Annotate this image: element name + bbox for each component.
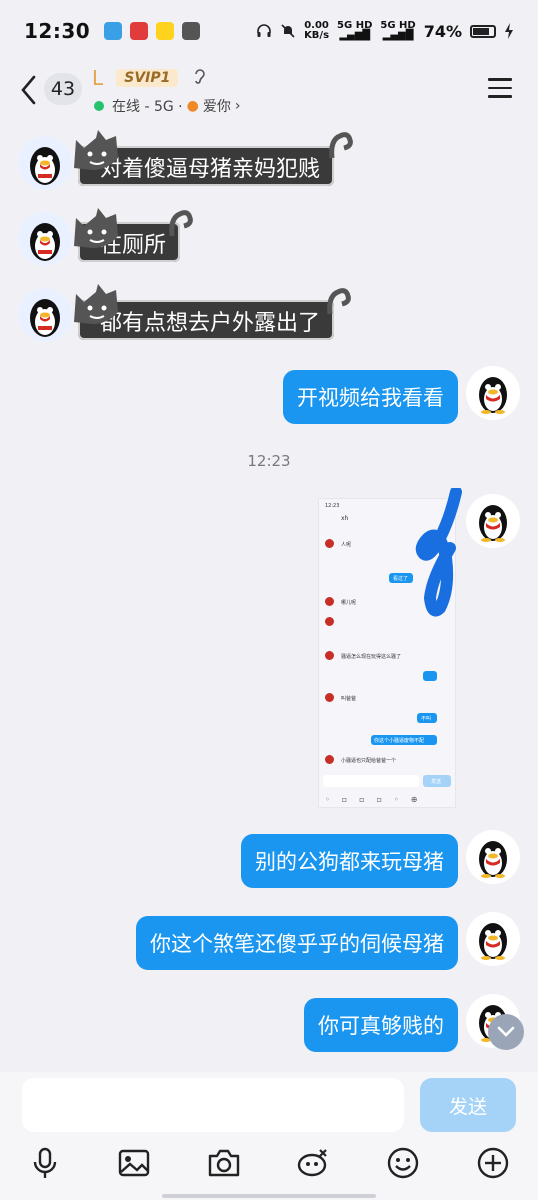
status-text: 在线 - 5G ·: [112, 99, 183, 115]
shot-avatar: [325, 539, 334, 548]
contact-title[interactable]: L SVIP1: [92, 66, 207, 90]
image-icon[interactable]: [117, 1146, 151, 1180]
shot-line: 哪儿呢: [341, 600, 357, 606]
bubble-cat-tail-icon: [327, 288, 351, 315]
shot-send-label: 发送: [431, 779, 442, 785]
message-bubble-right[interactable]: 开视频给我看看: [283, 370, 458, 424]
red-packet-icon[interactable]: [296, 1146, 330, 1180]
shot-line: 人呢: [341, 542, 352, 548]
message-bubble-right[interactable]: 你可真够贱的: [304, 998, 458, 1052]
unread-count-badge[interactable]: 43: [44, 73, 82, 105]
online-dot-icon: [94, 101, 104, 111]
shot-avatar: [325, 755, 334, 764]
app-notification-icon: [104, 22, 123, 40]
menu-icon[interactable]: [488, 78, 512, 98]
mute-icon: [281, 24, 295, 38]
shot-line: 不叫: [421, 716, 432, 722]
status-time: 12:30: [24, 19, 91, 43]
chevron-right-icon: ›: [234, 98, 241, 114]
contact-avatar[interactable]: [18, 288, 72, 342]
send-button[interactable]: 发送: [420, 1078, 516, 1132]
my-avatar[interactable]: [466, 912, 520, 966]
bubble-cat-decoration-icon: [74, 208, 118, 248]
message-bubble-right[interactable]: 你这个煞笔还傻乎乎的伺候母猪: [136, 916, 458, 970]
chevron-down-icon: [497, 1026, 515, 1037]
shot-toolbar: ◦▫▫▫◦⊕: [325, 795, 430, 804]
bubble-cat-decoration-icon: [74, 284, 118, 324]
my-avatar[interactable]: [466, 830, 520, 884]
shot-line: 叫爸爸: [341, 696, 357, 702]
plus-icon[interactable]: [476, 1146, 510, 1180]
home-indicator[interactable]: [162, 1194, 376, 1198]
svip-badge: SVIP1: [116, 69, 179, 87]
emoji-icon[interactable]: [386, 1146, 420, 1180]
battery-percent: 74%: [423, 21, 462, 41]
contact-avatar[interactable]: [18, 136, 72, 190]
bubble-cat-tail-icon: [169, 210, 193, 237]
my-avatar[interactable]: [466, 494, 520, 548]
shot-avatar: [325, 597, 334, 606]
shot-line: 骚逼怎么现在玩得这么骚了: [341, 654, 402, 660]
shot-time: 12:23: [325, 503, 340, 509]
chat-header: 43 L SVIP1 在线 - 5G · ● 爱你 ›: [0, 62, 538, 122]
status-app-icons: [104, 22, 201, 40]
shot-avatar: [325, 651, 334, 660]
status-bar: 12:30 0.00 KB/s 5G HD ▂▄▆█ 5G HD ▂▄▆█ 74%: [0, 0, 538, 62]
message-icon: [182, 22, 201, 40]
shot-line: 看过了: [393, 576, 409, 582]
ear-icon: [193, 67, 207, 90]
contact-avatar[interactable]: [18, 212, 72, 266]
shot-avatar: [325, 617, 334, 626]
meituan-icon: [156, 22, 175, 40]
mic-icon[interactable]: [28, 1146, 62, 1180]
net-speed: 0.00 KB/s: [304, 20, 330, 41]
chat-area[interactable]: 对着傻逼母猪亲妈犯贱 在厕所 都有点想去户外露出了 开视频给我看看 12:23 …: [0, 122, 538, 1072]
status-extra: 爱你: [202, 99, 231, 115]
shot-title: xh: [341, 515, 349, 522]
scroll-to-bottom-button[interactable]: [488, 1014, 524, 1050]
shot-line: 小骚逼也只配给爸爸一个: [341, 758, 397, 764]
composer-toolbar: [0, 1146, 538, 1186]
battery-icon: [470, 24, 496, 38]
contact-name: L: [92, 66, 104, 90]
message-input[interactable]: [22, 1078, 404, 1132]
composer: 发送: [0, 1072, 538, 1200]
message-bubble-right[interactable]: 别的公狗都来玩母猪: [241, 834, 458, 888]
back-arrow-icon[interactable]: [18, 74, 40, 106]
shot-bubble: [423, 671, 437, 681]
signal-1: 5G HD ▂▄▆█: [337, 20, 373, 41]
message-timestamp: 12:23: [247, 452, 291, 470]
camera-icon[interactable]: [207, 1146, 241, 1180]
flame-icon: ●: [186, 98, 199, 114]
bubble-cat-decoration-icon: [74, 130, 118, 170]
charging-icon: [505, 23, 513, 39]
shot-input: [323, 775, 419, 787]
app-notification-icon: [130, 22, 149, 40]
contact-status[interactable]: 在线 - 5G · ● 爱你 ›: [94, 96, 240, 116]
bubble-cat-tail-icon: [329, 132, 353, 159]
headphone-icon: [257, 24, 271, 37]
shot-avatar: [325, 693, 334, 702]
signal-2: 5G HD ▂▄▆█: [380, 20, 416, 41]
my-avatar[interactable]: [466, 366, 520, 420]
shot-line: 你这个小骚逼废物不配: [374, 738, 425, 744]
